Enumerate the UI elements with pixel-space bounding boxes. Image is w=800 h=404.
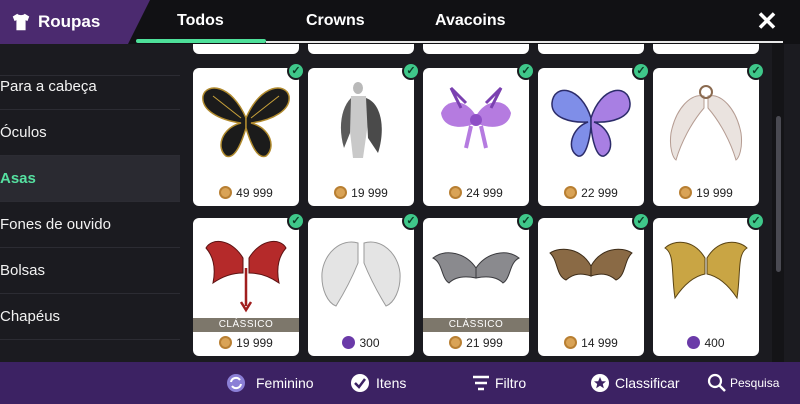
dark-cape-wings-image	[340, 82, 382, 158]
crown-gem-icon	[342, 336, 356, 349]
crown-gem-icon	[687, 336, 701, 349]
coin-icon	[449, 336, 463, 349]
shirt-icon	[12, 13, 30, 31]
item-card-partial[interactable]	[193, 44, 299, 54]
item-card[interactable]: CLÁSSICO ✓ 21 999	[423, 212, 535, 356]
coin-icon	[334, 186, 348, 199]
app-window: Roupas Todos Crowns Avacoins ✕ Para a ca…	[0, 0, 800, 404]
owned-check-icon: ✓	[517, 212, 535, 230]
tab-divider	[266, 41, 783, 43]
item-price: 19 999	[193, 336, 299, 350]
owned-check-icon: ✓	[747, 212, 765, 230]
page-title: Roupas	[38, 12, 101, 31]
feminino-label: Feminino	[256, 375, 314, 391]
item-card[interactable]: CLÁSSICO ✓ 19 999	[193, 212, 305, 356]
itens-button[interactable]: Itens	[350, 362, 420, 404]
item-grid: ✓ 49 999 ✓ 19 999 ✓ 24 999 ✓ 22 999 ✓ 19…	[180, 44, 772, 362]
sidebar-item-label: Chapéus	[0, 308, 61, 325]
item-price: 400	[653, 336, 759, 350]
item-card[interactable]: ✓ 24 999	[423, 62, 535, 206]
sidebar-item-label: Para a cabeça	[0, 78, 97, 95]
itens-label: Itens	[376, 375, 407, 391]
item-card[interactable]: ✓ 19 999	[653, 62, 765, 206]
item-card[interactable]: ✓ 49 999	[193, 62, 305, 206]
sidebar-item-asas[interactable]: Asas	[0, 156, 180, 202]
owned-check-icon: ✓	[632, 212, 650, 230]
owned-check-icon: ✓	[517, 62, 535, 80]
filtro-label: Filtro	[495, 375, 527, 391]
sidebar-item-label: Fones de ouvido	[0, 216, 111, 233]
item-card-partial[interactable]	[653, 44, 759, 54]
item-card[interactable]: ✓ 300	[308, 212, 420, 356]
item-card-partial[interactable]	[423, 44, 529, 54]
silver-angel-wings-image	[321, 241, 401, 307]
item-card[interactable]: ✓ 400	[653, 212, 765, 356]
grey-bat-wings-image	[432, 252, 520, 284]
search-icon	[707, 373, 726, 392]
classic-badge: CLÁSSICO	[423, 318, 529, 332]
coin-icon	[449, 186, 463, 199]
gender-swap-icon	[227, 374, 245, 392]
item-price: 21 999	[423, 336, 529, 350]
blue-fairy-wings-image	[551, 89, 631, 157]
item-card[interactable]: ✓ 14 999	[538, 212, 650, 356]
item-price: 19 999	[308, 186, 414, 200]
coin-icon	[219, 186, 233, 199]
classificar-button[interactable]: Classificar	[590, 362, 690, 404]
purple-bow-wings-image	[441, 86, 511, 149]
owned-check-icon: ✓	[287, 62, 305, 80]
check-circle-icon	[351, 374, 369, 392]
item-price: 24 999	[423, 186, 529, 200]
sidebar-item-chapeus[interactable]: Chapéus	[0, 294, 180, 340]
item-card[interactable]: ✓ 22 999	[538, 62, 650, 206]
active-tab-indicator	[136, 39, 266, 43]
sidebar-item-label: Asas	[0, 170, 36, 187]
black-butterfly-wings-image	[202, 87, 290, 158]
top-bar: Roupas Todos Crowns Avacoins ✕	[0, 0, 800, 44]
pesquisa-label: Pesquisa	[730, 376, 780, 390]
owned-check-icon: ✓	[632, 62, 650, 80]
item-card[interactable]: ✓ 19 999	[308, 62, 420, 206]
close-icon[interactable]: ✕	[754, 8, 780, 34]
item-card-partial[interactable]	[308, 44, 414, 54]
gold-dragon-wings-image	[664, 241, 748, 300]
sidebar-item-oculos[interactable]: Óculos	[0, 110, 180, 156]
sidebar-item-label: Bolsas	[0, 262, 46, 279]
tab-crowns[interactable]: Crowns	[306, 12, 365, 30]
item-price: 19 999	[653, 186, 759, 200]
owned-check-icon: ✓	[287, 212, 305, 230]
pesquisa-button[interactable]: Pesquisa	[707, 362, 797, 404]
white-feather-wings-image	[670, 85, 742, 161]
classificar-label: Classificar	[615, 375, 680, 391]
item-price: 300	[308, 336, 414, 350]
sidebar-item-para-a-cabeca[interactable]: Para a cabeça	[0, 64, 180, 110]
item-price: 49 999	[193, 186, 299, 200]
sidebar-item-fones-de-ouvido[interactable]: Fones de ouvido	[0, 202, 180, 248]
item-card-partial[interactable]	[538, 44, 644, 54]
coin-icon	[564, 336, 578, 349]
coin-icon	[679, 186, 693, 199]
item-price: 14 999	[538, 336, 644, 350]
sidebar-item-bolsas[interactable]: Bolsas	[0, 248, 180, 294]
item-price: 22 999	[538, 186, 644, 200]
coin-icon	[219, 336, 233, 349]
feminino-button[interactable]: Feminino	[226, 362, 326, 404]
coin-icon	[564, 186, 578, 199]
owned-check-icon: ✓	[747, 62, 765, 80]
tab-todos[interactable]: Todos	[177, 12, 224, 30]
sidebar-item-label: Óculos	[0, 124, 47, 141]
filtro-button[interactable]: Filtro	[471, 362, 541, 404]
filter-icon	[473, 375, 489, 391]
bronze-bat-wings-image	[549, 248, 633, 281]
classic-badge: CLÁSSICO	[193, 318, 299, 332]
category-sidebar: Para a cabeça Óculos Asas Fones de ouvid…	[0, 44, 180, 362]
tab-avacoins[interactable]: Avacoins	[435, 12, 506, 30]
sort-star-icon	[591, 374, 609, 392]
bottom-toolbar: Feminino Itens Filtro Classificar Pesqui…	[0, 362, 800, 404]
scrollbar-thumb[interactable]	[776, 116, 781, 272]
owned-check-icon: ✓	[402, 62, 420, 80]
brand-section: Roupas	[0, 0, 150, 44]
red-devil-wings-image	[205, 240, 287, 313]
owned-check-icon: ✓	[402, 212, 420, 230]
